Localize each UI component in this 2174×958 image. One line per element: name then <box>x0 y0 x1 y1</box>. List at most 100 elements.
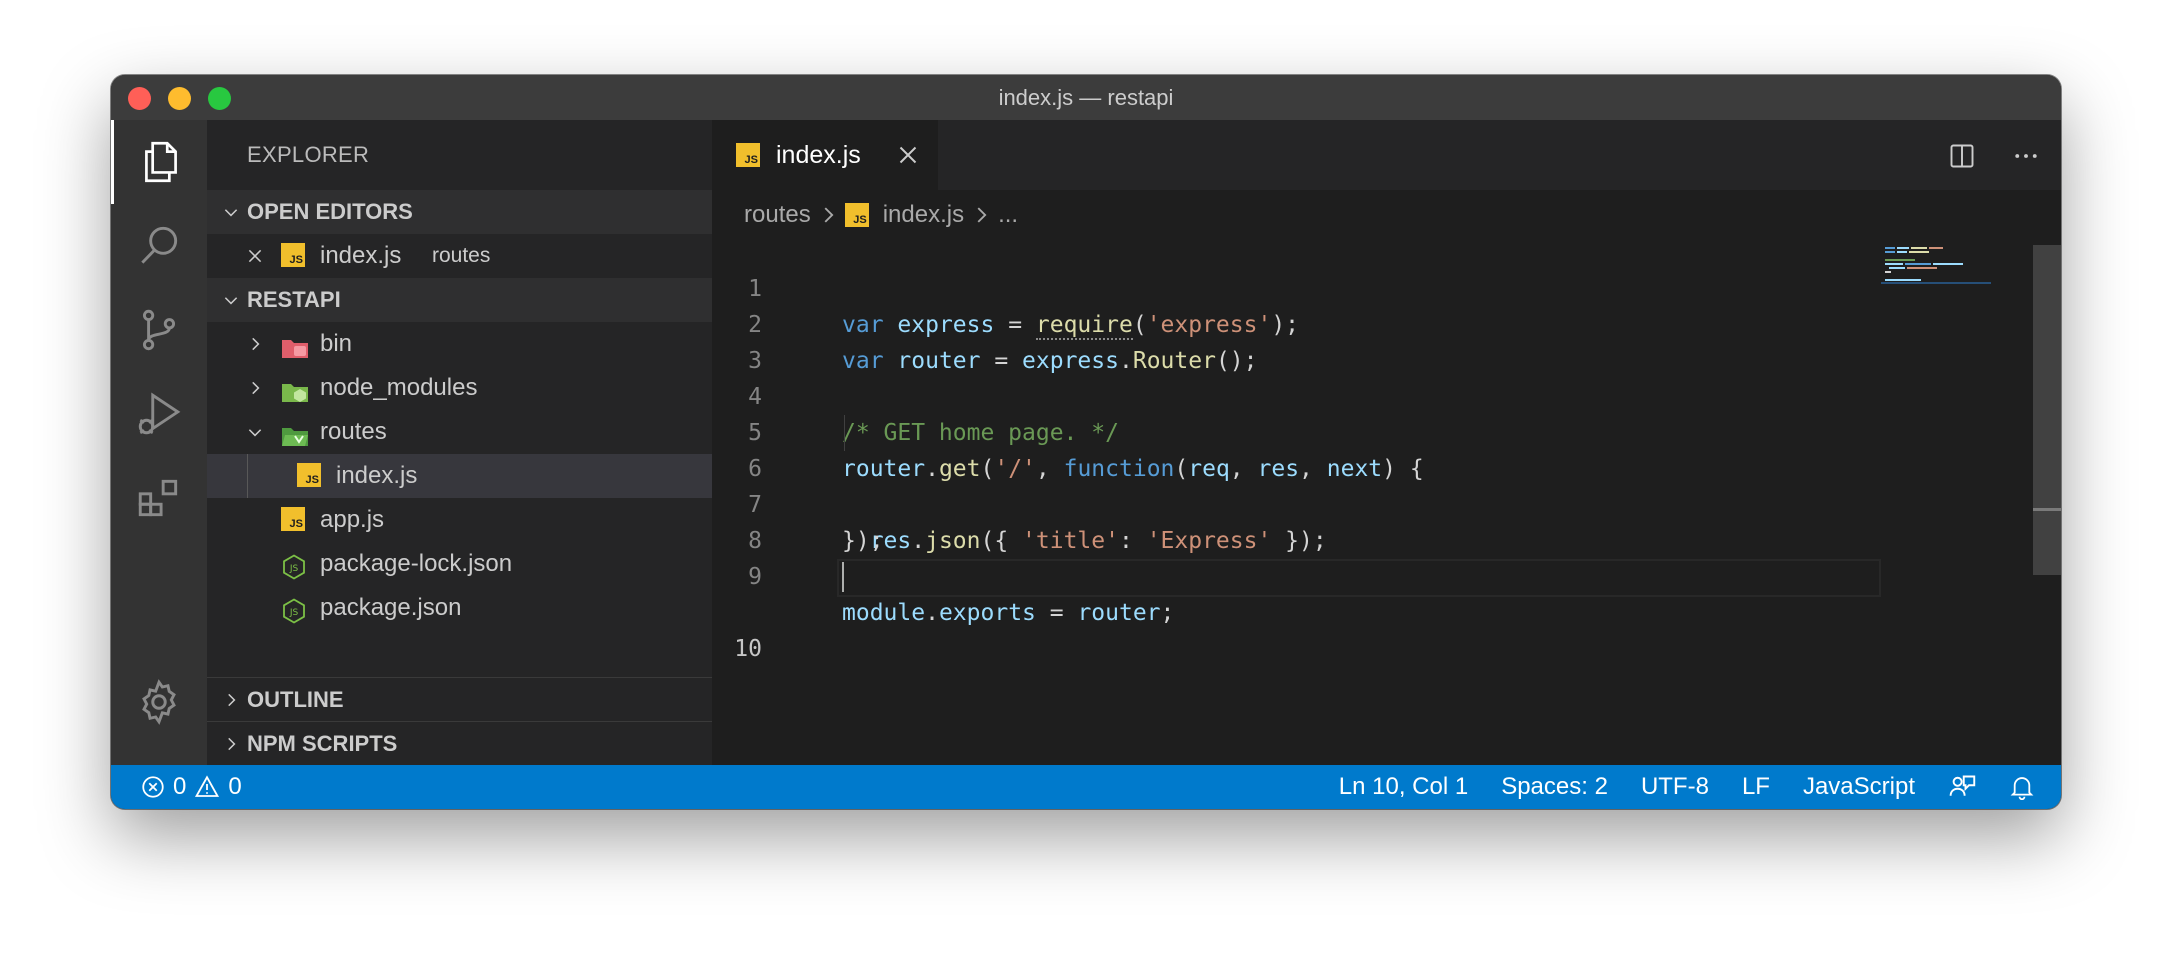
warning-icon <box>195 775 220 797</box>
js-file-icon: JS <box>844 203 883 227</box>
tree-item-package-lock[interactable]: JS package-lock.json <box>207 542 712 586</box>
close-icon[interactable] <box>243 234 267 278</box>
svg-text:JS: JS <box>289 608 299 618</box>
tree-item-bin[interactable]: bin <box>207 322 712 366</box>
title-bar: index.js — restapi <box>111 75 2061 120</box>
tree-item-label: package.json <box>320 594 462 621</box>
feedback-icon[interactable] <box>1948 773 1976 801</box>
minimize-window-button[interactable] <box>168 87 191 110</box>
extensions-button[interactable] <box>111 456 207 540</box>
tree-item-label: routes <box>320 418 387 445</box>
tree-item-label: app.js <box>320 506 385 533</box>
activity-bar <box>111 120 207 765</box>
maximize-window-button[interactable] <box>208 87 231 110</box>
npm-scripts-label: NPM SCRIPTS <box>247 731 398 756</box>
tree-item-node-modules[interactable]: node_modules <box>207 366 712 410</box>
breadcrumb-more[interactable]: ... <box>998 201 1018 229</box>
chevron-right-icon <box>977 207 987 223</box>
chevron-right-icon <box>243 366 267 410</box>
code-line: 1 var express = require('express'); <box>712 235 1982 340</box>
cursor-position[interactable]: Ln 10, Col 1 <box>1339 773 1468 801</box>
tree-item-label: index.js <box>336 462 418 489</box>
split-editor-icon[interactable] <box>1945 139 1979 173</box>
tree-item-label: bin <box>320 330 353 357</box>
tree-item-routes[interactable]: routes <box>207 410 712 454</box>
tree-item-index-js[interactable]: JS index.js <box>207 454 712 498</box>
tree-item-label: package-lock.json <box>320 550 513 577</box>
tab-index-js[interactable]: JS index.js <box>712 120 938 190</box>
code-line: 2 var router = express.Router(); <box>712 271 1982 374</box>
language-mode[interactable]: JavaScript <box>1803 773 1915 801</box>
open-editors-label: OPEN EDITORS <box>247 199 413 224</box>
breadcrumb-file[interactable]: index.js <box>883 201 964 229</box>
gear-icon <box>142 679 176 725</box>
js-file-icon: JS <box>712 143 760 167</box>
open-editor-filename: index.js <box>320 242 402 269</box>
folder-routes-open-icon <box>281 419 308 446</box>
npm-scripts-header[interactable]: NPM SCRIPTS <box>207 721 712 766</box>
chevron-right-icon <box>219 722 243 766</box>
editor-tab-bar: JS index.js <box>712 120 2061 190</box>
restapi-label: RESTAPI <box>247 287 341 312</box>
search-icon <box>141 226 178 264</box>
more-actions-icon[interactable] <box>2009 139 2043 173</box>
error-icon <box>142 776 164 798</box>
chevron-down-icon <box>219 278 243 322</box>
code-line: 7 }); <box>712 451 1982 554</box>
code-line: 6 res.json({ 'title': 'Express' }); <box>712 415 1982 554</box>
tree-item-package-json[interactable]: JS package.json <box>207 586 712 630</box>
chevron-right-icon <box>824 207 834 223</box>
nodejs-json-icon: JS <box>281 551 307 580</box>
breadcrumb: routes JS index.js ... <box>744 195 1018 235</box>
source-control-icon <box>142 309 176 351</box>
svg-text:JS: JS <box>289 564 299 574</box>
explorer-button[interactable] <box>111 120 207 204</box>
tab-label: index.js <box>776 140 861 169</box>
error-count: 0 <box>173 773 187 800</box>
close-tab-icon[interactable] <box>896 143 920 167</box>
current-code-line: 10 <box>712 559 1982 662</box>
end-of-line[interactable]: LF <box>1742 773 1770 801</box>
text-cursor <box>842 562 844 592</box>
bell-icon[interactable] <box>2009 774 2035 800</box>
restapi-header[interactable]: RESTAPI <box>207 278 712 322</box>
vertical-scrollbar[interactable] <box>2033 235 2061 765</box>
outline-label: OUTLINE <box>247 687 344 712</box>
sidebar-title: EXPLORER <box>247 142 370 167</box>
run-debug-button[interactable] <box>111 372 207 456</box>
run-debug-icon <box>138 392 181 435</box>
code-editor[interactable]: 1 var express = require('express'); 2 va… <box>712 235 1982 765</box>
search-button[interactable] <box>111 204 207 288</box>
folder-node-icon <box>281 375 308 402</box>
encoding[interactable]: UTF-8 <box>1641 773 1709 801</box>
vscode-window: index.js — restapi EXPLORER OPEN EDITORS… <box>111 75 2061 809</box>
scrollbar-cursor-marker <box>2033 508 2061 511</box>
close-window-button[interactable] <box>128 87 151 110</box>
js-file-icon: JS <box>281 507 307 533</box>
outline-header[interactable]: OUTLINE <box>207 677 712 722</box>
open-editors-header[interactable]: OPEN EDITORS <box>207 190 712 234</box>
open-editor-item[interactable]: JS index.js routes <box>207 234 712 278</box>
window-title: index.js — restapi <box>998 84 1174 110</box>
settings-button[interactable] <box>111 660 207 744</box>
problems-indicator[interactable]: 0 0 <box>141 765 242 809</box>
indent-guide <box>247 454 248 498</box>
breadcrumb-folder[interactable]: routes <box>744 201 811 229</box>
scrollbar-thumb[interactable] <box>2033 245 2061 575</box>
folder-bin-icon <box>281 331 308 358</box>
status-bar: 0 0 Ln 10, Col 1 Spaces: 2 UTF-8 LF Java… <box>111 765 2061 809</box>
indent-guide <box>844 415 845 451</box>
source-control-button[interactable] <box>111 288 207 372</box>
status-bar-right: Ln 10, Col 1 Spaces: 2 UTF-8 LF JavaScri… <box>1339 765 2035 809</box>
js-file-icon: JS <box>281 243 307 269</box>
tree-item-app-js[interactable]: JS app.js <box>207 498 712 542</box>
code-line: 5 router.get('/', function(req, res, nex… <box>712 379 1982 482</box>
indentation[interactable]: Spaces: 2 <box>1501 773 1608 801</box>
minimap[interactable] <box>1881 235 1991 325</box>
chevron-down-icon <box>219 190 243 234</box>
current-line-highlight <box>837 559 1881 597</box>
chevron-right-icon <box>219 678 243 722</box>
chevron-down-icon <box>243 410 267 454</box>
js-file-icon: JS <box>297 463 323 489</box>
files-icon <box>144 141 177 183</box>
